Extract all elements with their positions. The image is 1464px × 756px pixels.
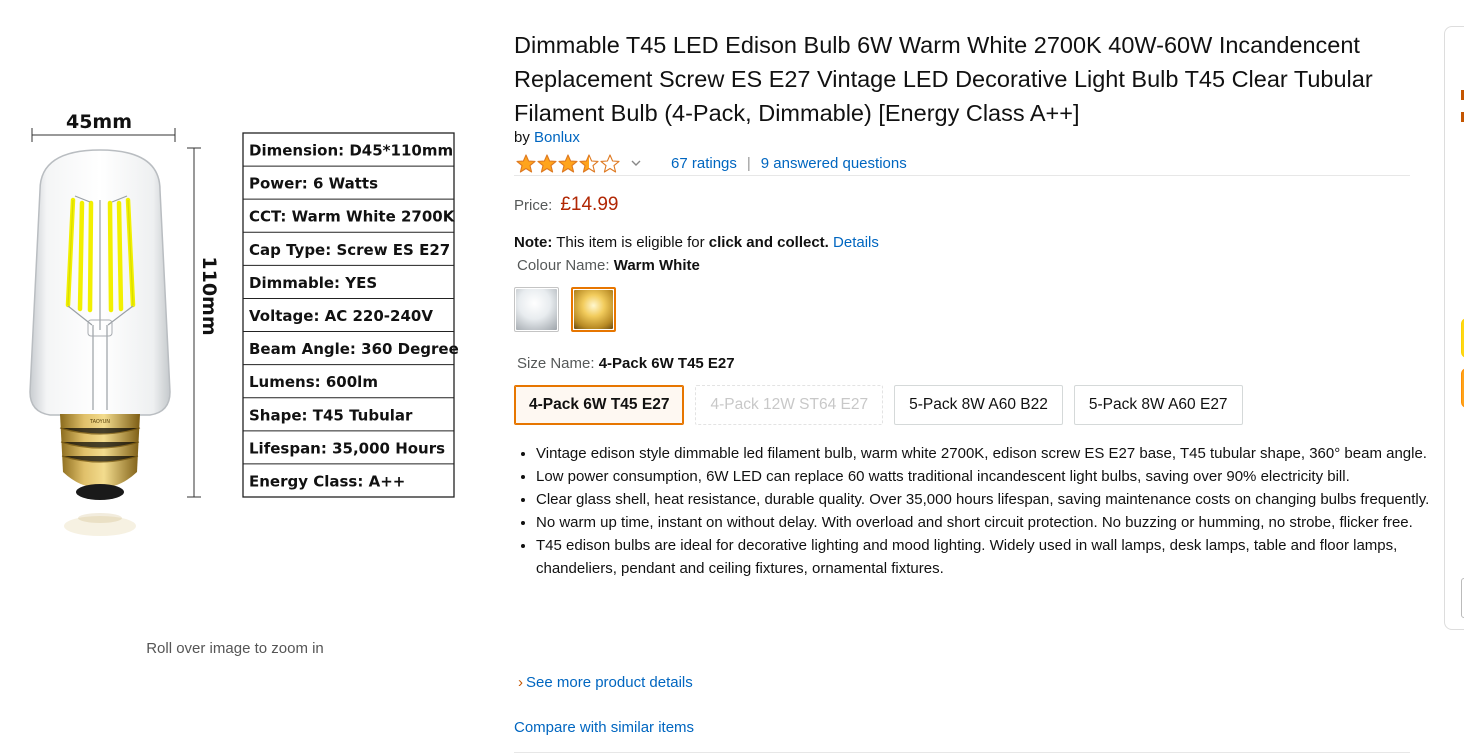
ratings-row: 67 ratings | 9 answered questions <box>516 151 907 175</box>
feature-bullet: T45 edison bulbs are ideal for decorativ… <box>536 534 1434 580</box>
by-label: by <box>514 129 530 146</box>
height-dimension: 110mm <box>187 147 220 498</box>
brand-link[interactable]: Bonlux <box>534 129 580 146</box>
star-icon <box>537 153 557 173</box>
note-text: This item is eligible for <box>552 234 709 251</box>
ratings-count-link[interactable]: 67 ratings <box>671 155 737 172</box>
product-image-block[interactable]: 45mm TAOYUN 110mm Dimension: D45*110mm P… <box>0 0 480 756</box>
byline: by Bonlux <box>514 129 580 146</box>
width-label: 45mm <box>66 111 132 133</box>
compare-row: Compare with similar items <box>514 719 694 736</box>
spec-row-text: Dimmable: YES <box>249 274 377 292</box>
see-more-link[interactable]: See more product details <box>526 674 693 691</box>
answered-questions-link[interactable]: 9 answered questions <box>761 155 907 172</box>
height-label: 110mm <box>198 256 220 335</box>
chevron-right-icon: › <box>518 674 523 691</box>
spec-table: Dimension: D45*110mm Power: 6 Watts CCT: W… <box>242 132 459 498</box>
spec-row-text: CCT: Warm White 2700K <box>249 208 456 226</box>
spec-row-text: Power: 6 Watts <box>249 175 378 193</box>
size-option-5pack-8w-a60-e27[interactable]: 5-Pack 8W A60 E27 <box>1073 385 1243 425</box>
spec-row-text: Dimension: D45*110mm <box>249 142 453 160</box>
spec-row-text: Energy Class: A++ <box>249 472 405 490</box>
size-option-5pack-8w-a60-b22[interactable]: 5-Pack 8W A60 B22 <box>894 385 1063 425</box>
brand-mark-text: TAOYUN <box>89 419 110 425</box>
feature-bullets: Vintage edison style dimmable led filame… <box>514 442 1434 580</box>
bulb-illustration: TAOYUN <box>29 149 171 536</box>
zoom-hint: Roll over image to zoom in <box>146 640 324 657</box>
spec-row-text: Shape: T45 Tubular <box>249 406 413 424</box>
swatch-warm-white[interactable] <box>571 287 616 332</box>
star-rating[interactable] <box>516 153 621 173</box>
see-more-details: › See more product details <box>518 674 693 691</box>
click-collect-note: Note: This item is eligible for click an… <box>514 234 879 251</box>
compare-similar-link[interactable]: Compare with similar items <box>514 719 694 736</box>
price-label: Price: <box>514 197 553 214</box>
size-name-row: Size Name: 4-Pack 6W T45 E27 <box>517 355 735 372</box>
size-option-4pack-12w-st64-e27[interactable]: 4-Pack 12W ST64 E27 <box>695 385 884 425</box>
feature-bullet: Vintage edison style dimmable led filame… <box>536 442 1434 465</box>
spec-row-text: Lifespan: 35,000 Hours <box>249 439 445 457</box>
bottom-divider <box>514 752 1410 753</box>
note-bold: click and collect. <box>708 234 829 251</box>
price-value: £14.99 <box>560 194 619 215</box>
spec-row-text: Beam Angle: 360 Degree <box>249 340 459 358</box>
star-icon <box>600 153 620 173</box>
price-row: Price: £14.99 <box>514 194 618 216</box>
width-dimension: 45mm <box>31 111 176 142</box>
product-title: Dimmable T45 LED Edison Bulb 6W Warm Whi… <box>514 32 1373 126</box>
product-image[interactable]: 45mm TAOYUN 110mm Dimension: D45*110mmPo… <box>0 0 480 620</box>
colour-value: Warm White <box>613 257 700 274</box>
size-label: Size Name: <box>517 355 595 372</box>
size-options: 4-Pack 6W T45 E27 4-Pack 12W ST64 E27 5-… <box>514 385 1254 425</box>
star-icon <box>579 153 599 173</box>
chevron-down-icon[interactable] <box>631 160 641 167</box>
divider <box>514 175 1410 176</box>
star-icon <box>558 153 578 173</box>
colour-label: Colour Name: <box>517 257 610 274</box>
feature-bullet: No warm up time, instant on without dela… <box>536 511 1434 534</box>
size-option-4pack-6w-t45-e27[interactable]: 4-Pack 6W T45 E27 <box>514 385 685 425</box>
note-label: Note: <box>514 234 553 251</box>
spec-row-text: Lumens: 600lm <box>249 373 378 391</box>
separator: | <box>746 154 751 172</box>
feature-bullet: Low power consumption, 6W LED can replac… <box>536 465 1434 488</box>
star-icon <box>516 153 536 173</box>
colour-name-row: Colour Name: Warm White <box>517 257 700 274</box>
spec-row-text: Cap Type: Screw ES E27 <box>249 241 450 259</box>
swatch-cool-white[interactable] <box>514 287 559 332</box>
details-link[interactable]: Details <box>833 234 879 251</box>
size-value: 4-Pack 6W T45 E27 <box>598 355 735 372</box>
colour-swatches <box>514 287 628 332</box>
spec-row-text: Voltage: AC 220-240V <box>249 307 433 325</box>
feature-bullet: Clear glass shell, heat resistance, dura… <box>536 488 1434 511</box>
